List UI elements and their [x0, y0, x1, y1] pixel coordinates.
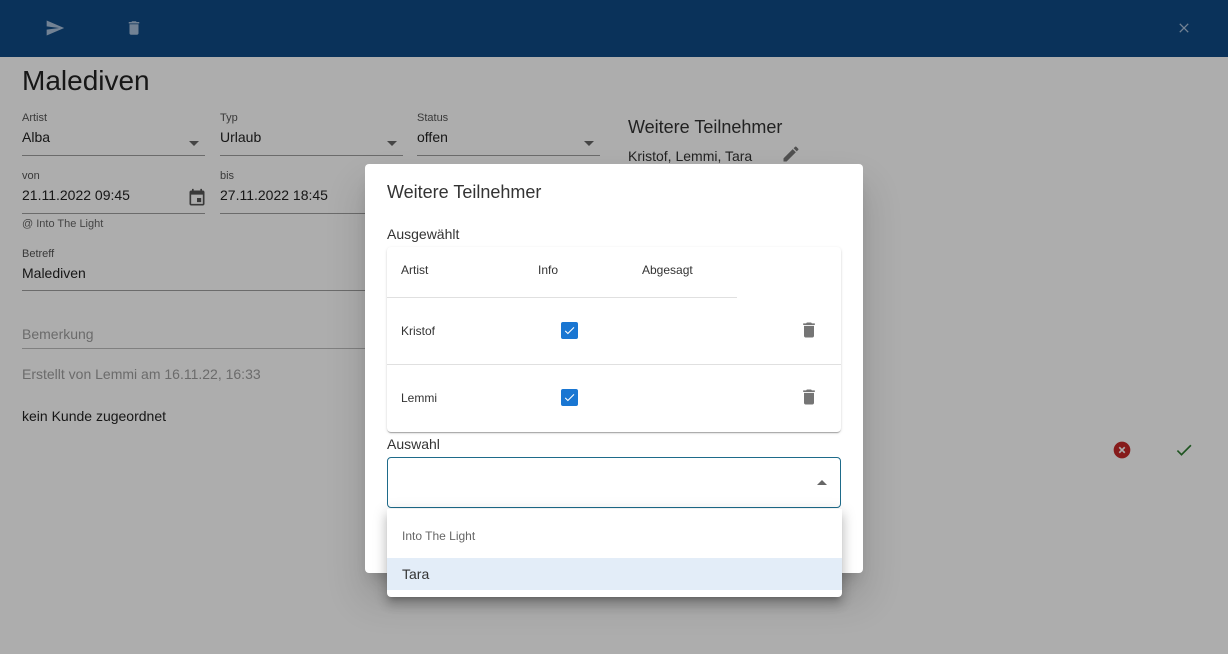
column-header-abgesagt: Abgesagt: [642, 263, 693, 277]
info-checkbox[interactable]: [561, 322, 578, 339]
table-row: Lemmi: [387, 365, 841, 432]
selected-label: Ausgewählt: [387, 226, 460, 242]
selection-input[interactable]: [400, 472, 800, 494]
chevron-up-icon[interactable]: [817, 480, 827, 485]
dialog-title: Weitere Teilnehmer: [387, 182, 542, 202]
option-tara[interactable]: Tara: [387, 558, 842, 590]
checkmark-icon: [564, 327, 575, 335]
info-checkbox[interactable]: [561, 389, 578, 406]
selection-autocomplete[interactable]: [387, 457, 841, 508]
table-row: Kristof: [387, 298, 841, 365]
checkmark-icon: [564, 394, 575, 402]
row-artist: Kristof: [401, 324, 436, 338]
participants-table: Artist Info Abgesagt Kristof Lemmi: [387, 247, 841, 432]
column-header-info: Info: [538, 263, 559, 277]
column-header-artist: Artist: [401, 263, 429, 277]
selection-dropdown: Into The Light Tara: [387, 509, 842, 597]
option-group-label: Into The Light: [402, 529, 476, 543]
selection-label: Auswahl: [387, 436, 440, 452]
trash-icon[interactable]: [799, 387, 819, 407]
row-artist: Lemmi: [401, 391, 438, 405]
trash-icon[interactable]: [799, 320, 819, 340]
